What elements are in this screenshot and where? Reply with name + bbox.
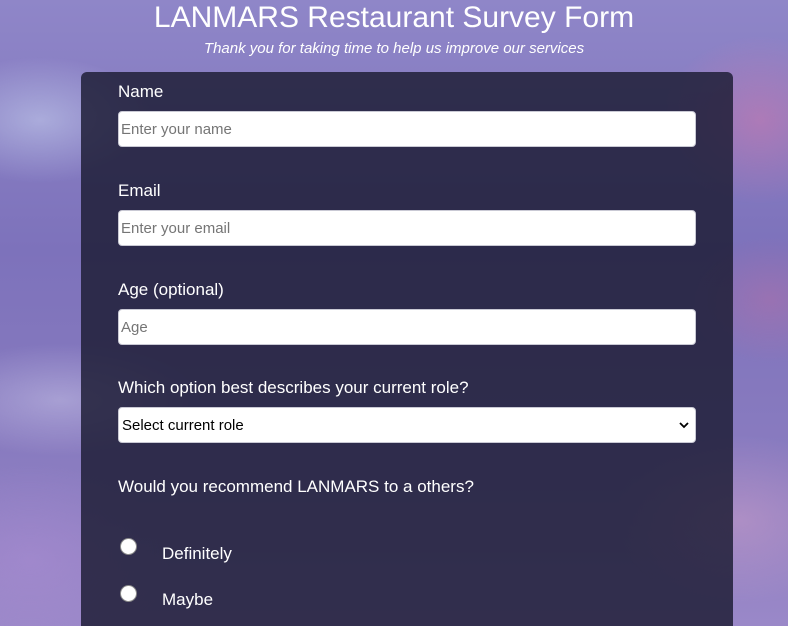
page-title: LANMARS Restaurant Survey Form xyxy=(153,1,635,34)
recommend-question: Would you recommend LANMARS to a others? xyxy=(118,477,474,496)
role-label: Which option best describes your current… xyxy=(118,378,469,397)
name-input[interactable] xyxy=(118,111,696,147)
radio-button[interactable] xyxy=(120,538,137,555)
email-input[interactable] xyxy=(118,210,696,246)
radio-label: Definitely xyxy=(162,544,232,563)
name-label: Name xyxy=(118,82,164,101)
page-description: Thank you for taking time to help us imp… xyxy=(203,40,585,57)
radio-label: Maybe xyxy=(162,590,214,609)
role-selected-value: Select current role xyxy=(122,417,244,434)
email-label: Email xyxy=(118,181,161,200)
chevron-down-icon xyxy=(679,422,689,429)
radio-button[interactable] xyxy=(120,585,137,602)
survey-form: Name Email Age (optional) Which option b… xyxy=(81,72,733,626)
radio-option-maybe[interactable]: Maybe xyxy=(118,585,418,609)
radio-option-definitely[interactable]: Definitely xyxy=(118,538,418,563)
age-label: Age (optional) xyxy=(118,280,224,299)
role-dropdown[interactable]: Select current role xyxy=(118,407,696,443)
age-input[interactable] xyxy=(118,309,696,345)
